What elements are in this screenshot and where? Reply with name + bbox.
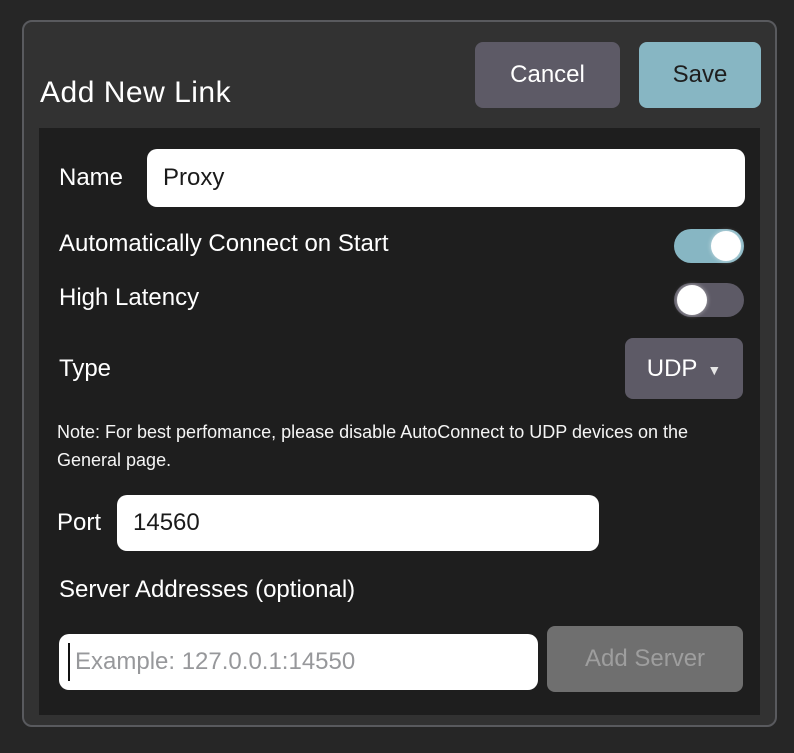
type-dropdown-value: UDP — [647, 355, 698, 383]
port-label: Port — [57, 509, 101, 537]
server-addresses-label: Server Addresses (optional) — [59, 576, 355, 604]
add-server-button[interactable]: Add Server — [547, 626, 743, 692]
dialog-title: Add New Link — [40, 76, 231, 110]
server-address-input[interactable] — [59, 634, 538, 690]
name-label: Name — [59, 164, 123, 192]
link-settings-panel: Name Automatically Connect on Start High… — [39, 128, 760, 715]
save-button[interactable]: Save — [639, 42, 761, 108]
autoconnect-toggle[interactable] — [674, 229, 744, 263]
cancel-button[interactable]: Cancel — [475, 42, 620, 108]
add-new-link-dialog: Add New Link Cancel Save Name Automatica… — [22, 20, 777, 727]
high-latency-toggle[interactable] — [674, 283, 744, 317]
chevron-down-icon: ▼ — [707, 362, 721, 378]
autoconnect-label: Automatically Connect on Start — [59, 230, 389, 258]
name-input[interactable] — [147, 149, 745, 207]
toggle-knob — [711, 231, 741, 261]
high-latency-label: High Latency — [59, 284, 199, 312]
port-input[interactable] — [117, 495, 599, 551]
server-address-field — [59, 634, 538, 690]
udp-autoconnect-note: Note: For best perfomance, please disabl… — [57, 418, 729, 474]
text-cursor — [68, 643, 70, 681]
type-label: Type — [59, 355, 111, 383]
toggle-knob — [677, 285, 707, 315]
type-dropdown[interactable]: UDP ▼ — [625, 338, 743, 399]
